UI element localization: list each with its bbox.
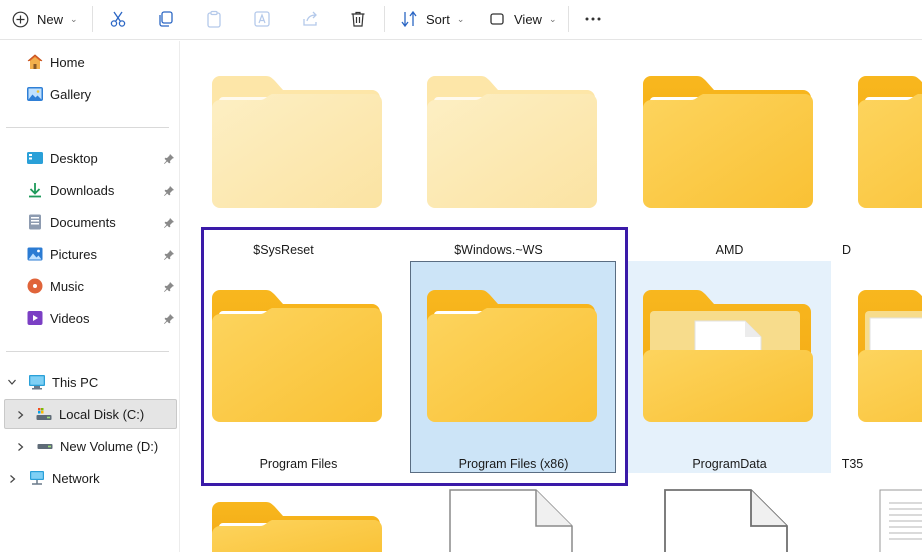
sidebar-item-desktop[interactable]: Desktop	[26, 145, 98, 171]
sidebar-item-label: Network	[52, 470, 100, 486]
file-icon	[449, 489, 573, 552]
chevron-right-icon[interactable]	[7, 474, 17, 484]
pin-icon[interactable]	[163, 313, 175, 325]
new-label: New	[37, 11, 64, 27]
copy-icon	[157, 10, 175, 28]
sidebar-divider	[6, 127, 169, 128]
desktop-icon	[26, 149, 44, 167]
view-button[interactable]: View ⌄	[489, 0, 557, 38]
sidebar-item-label: Downloads	[50, 182, 115, 198]
drive-icon	[36, 437, 54, 455]
pin-icon[interactable]	[163, 249, 175, 261]
chevron-right-icon[interactable]	[15, 410, 25, 420]
folder-name: T35	[841, 457, 864, 471]
command-bar: New ⌄ Sort ⌄ View ⌄	[0, 0, 922, 40]
plus-circle-icon	[12, 11, 29, 28]
gallery-icon	[26, 85, 44, 103]
folder-icon	[427, 76, 597, 208]
sidebar-item-music[interactable]: Music	[26, 273, 84, 299]
sidebar-item-label: Music	[50, 278, 84, 294]
sidebar-item-documents[interactable]: Documents	[26, 209, 116, 235]
sidebar-item-new-volume[interactable]: New Volume (D:)	[36, 433, 158, 459]
sidebar-item-label: This PC	[52, 374, 99, 390]
toolbar-divider	[568, 6, 569, 32]
cut-icon	[109, 10, 127, 28]
paste-button[interactable]	[205, 0, 223, 38]
sidebar-item-local-disk[interactable]: Local Disk (C:)	[4, 399, 177, 429]
folder-icon	[212, 76, 382, 208]
view-icon	[489, 11, 506, 28]
new-button[interactable]: New ⌄	[12, 0, 78, 38]
view-label: View	[514, 11, 542, 27]
sort-icon	[400, 10, 418, 28]
file-list: $SysReset $Windows.~WS AMD D Program Fil…	[181, 41, 922, 552]
folder-icon	[858, 76, 922, 208]
chevron-down-icon: ⌄	[70, 13, 78, 24]
toolbar-divider	[384, 6, 385, 32]
computer-icon	[28, 373, 46, 391]
more-button[interactable]	[584, 0, 602, 38]
sort-label: Sort	[426, 11, 450, 27]
delete-button[interactable]	[349, 0, 367, 38]
sidebar-item-pictures[interactable]: Pictures	[26, 241, 97, 267]
sidebar-item-this-pc[interactable]: This PC	[28, 369, 98, 395]
folder-with-file-icon	[858, 290, 922, 422]
folder-item[interactable]: D	[842, 41, 922, 261]
paste-icon	[205, 10, 223, 28]
videos-icon	[26, 309, 44, 327]
more-icon	[584, 10, 602, 28]
toolbar-divider	[92, 6, 93, 32]
sidebar-item-label: Pictures	[50, 246, 97, 262]
sidebar-item-label: Gallery	[50, 86, 92, 102]
folder-icon	[643, 76, 813, 208]
chevron-right-icon[interactable]	[15, 442, 25, 452]
file-item[interactable]	[627, 473, 832, 552]
chevron-down-icon: ⌄	[548, 13, 557, 24]
folder-with-file-icon	[643, 290, 813, 422]
pin-icon[interactable]	[163, 281, 175, 293]
documents-icon	[26, 213, 44, 231]
folder-name: D	[841, 243, 852, 257]
sidebar-item-gallery[interactable]: Gallery	[26, 81, 91, 107]
file-item[interactable]	[842, 473, 922, 552]
text-file-icon	[879, 489, 922, 552]
pictures-icon	[26, 245, 44, 263]
sidebar-item-label: New Volume (D:)	[60, 438, 159, 454]
sort-button[interactable]: Sort ⌄	[400, 0, 464, 38]
sidebar-item-label: Videos	[50, 310, 90, 326]
navigation-pane: Home Gallery Desktop Downloads Documents…	[0, 41, 180, 552]
sidebar-item-network[interactable]: Network	[28, 465, 100, 491]
pin-icon[interactable]	[163, 185, 175, 197]
music-icon	[26, 277, 44, 295]
cut-button[interactable]	[109, 0, 127, 38]
file-icon	[664, 489, 788, 552]
pin-icon[interactable]	[163, 153, 175, 165]
folder-item[interactable]: ProgramData	[627, 261, 832, 473]
delete-icon	[349, 10, 367, 28]
pin-icon[interactable]	[163, 217, 175, 229]
sidebar-item-home[interactable]: Home	[26, 49, 85, 75]
rename-icon	[253, 10, 271, 28]
network-icon	[28, 469, 46, 487]
sidebar-item-label: Documents	[50, 214, 116, 230]
folder-item[interactable]: AMD	[627, 41, 832, 261]
folder-icon	[212, 502, 382, 552]
rename-button[interactable]	[253, 0, 271, 38]
sidebar-divider	[6, 351, 169, 352]
sidebar-item-label: Home	[50, 54, 85, 70]
drive-icon	[35, 405, 53, 423]
chevron-down-icon[interactable]	[7, 377, 17, 387]
sidebar-item-downloads[interactable]: Downloads	[26, 177, 114, 203]
highlight-frame	[201, 227, 628, 486]
folder-item[interactable]: T35	[842, 261, 922, 473]
copy-button[interactable]	[157, 0, 175, 38]
downloads-icon	[26, 181, 44, 199]
sidebar-item-videos[interactable]: Videos	[26, 305, 90, 331]
home-icon	[26, 53, 44, 71]
sidebar-item-label: Local Disk (C:)	[59, 406, 145, 422]
chevron-down-icon: ⌄	[456, 13, 465, 24]
share-icon	[301, 10, 319, 28]
sidebar-item-label: Desktop	[50, 150, 98, 166]
share-button[interactable]	[301, 0, 319, 38]
